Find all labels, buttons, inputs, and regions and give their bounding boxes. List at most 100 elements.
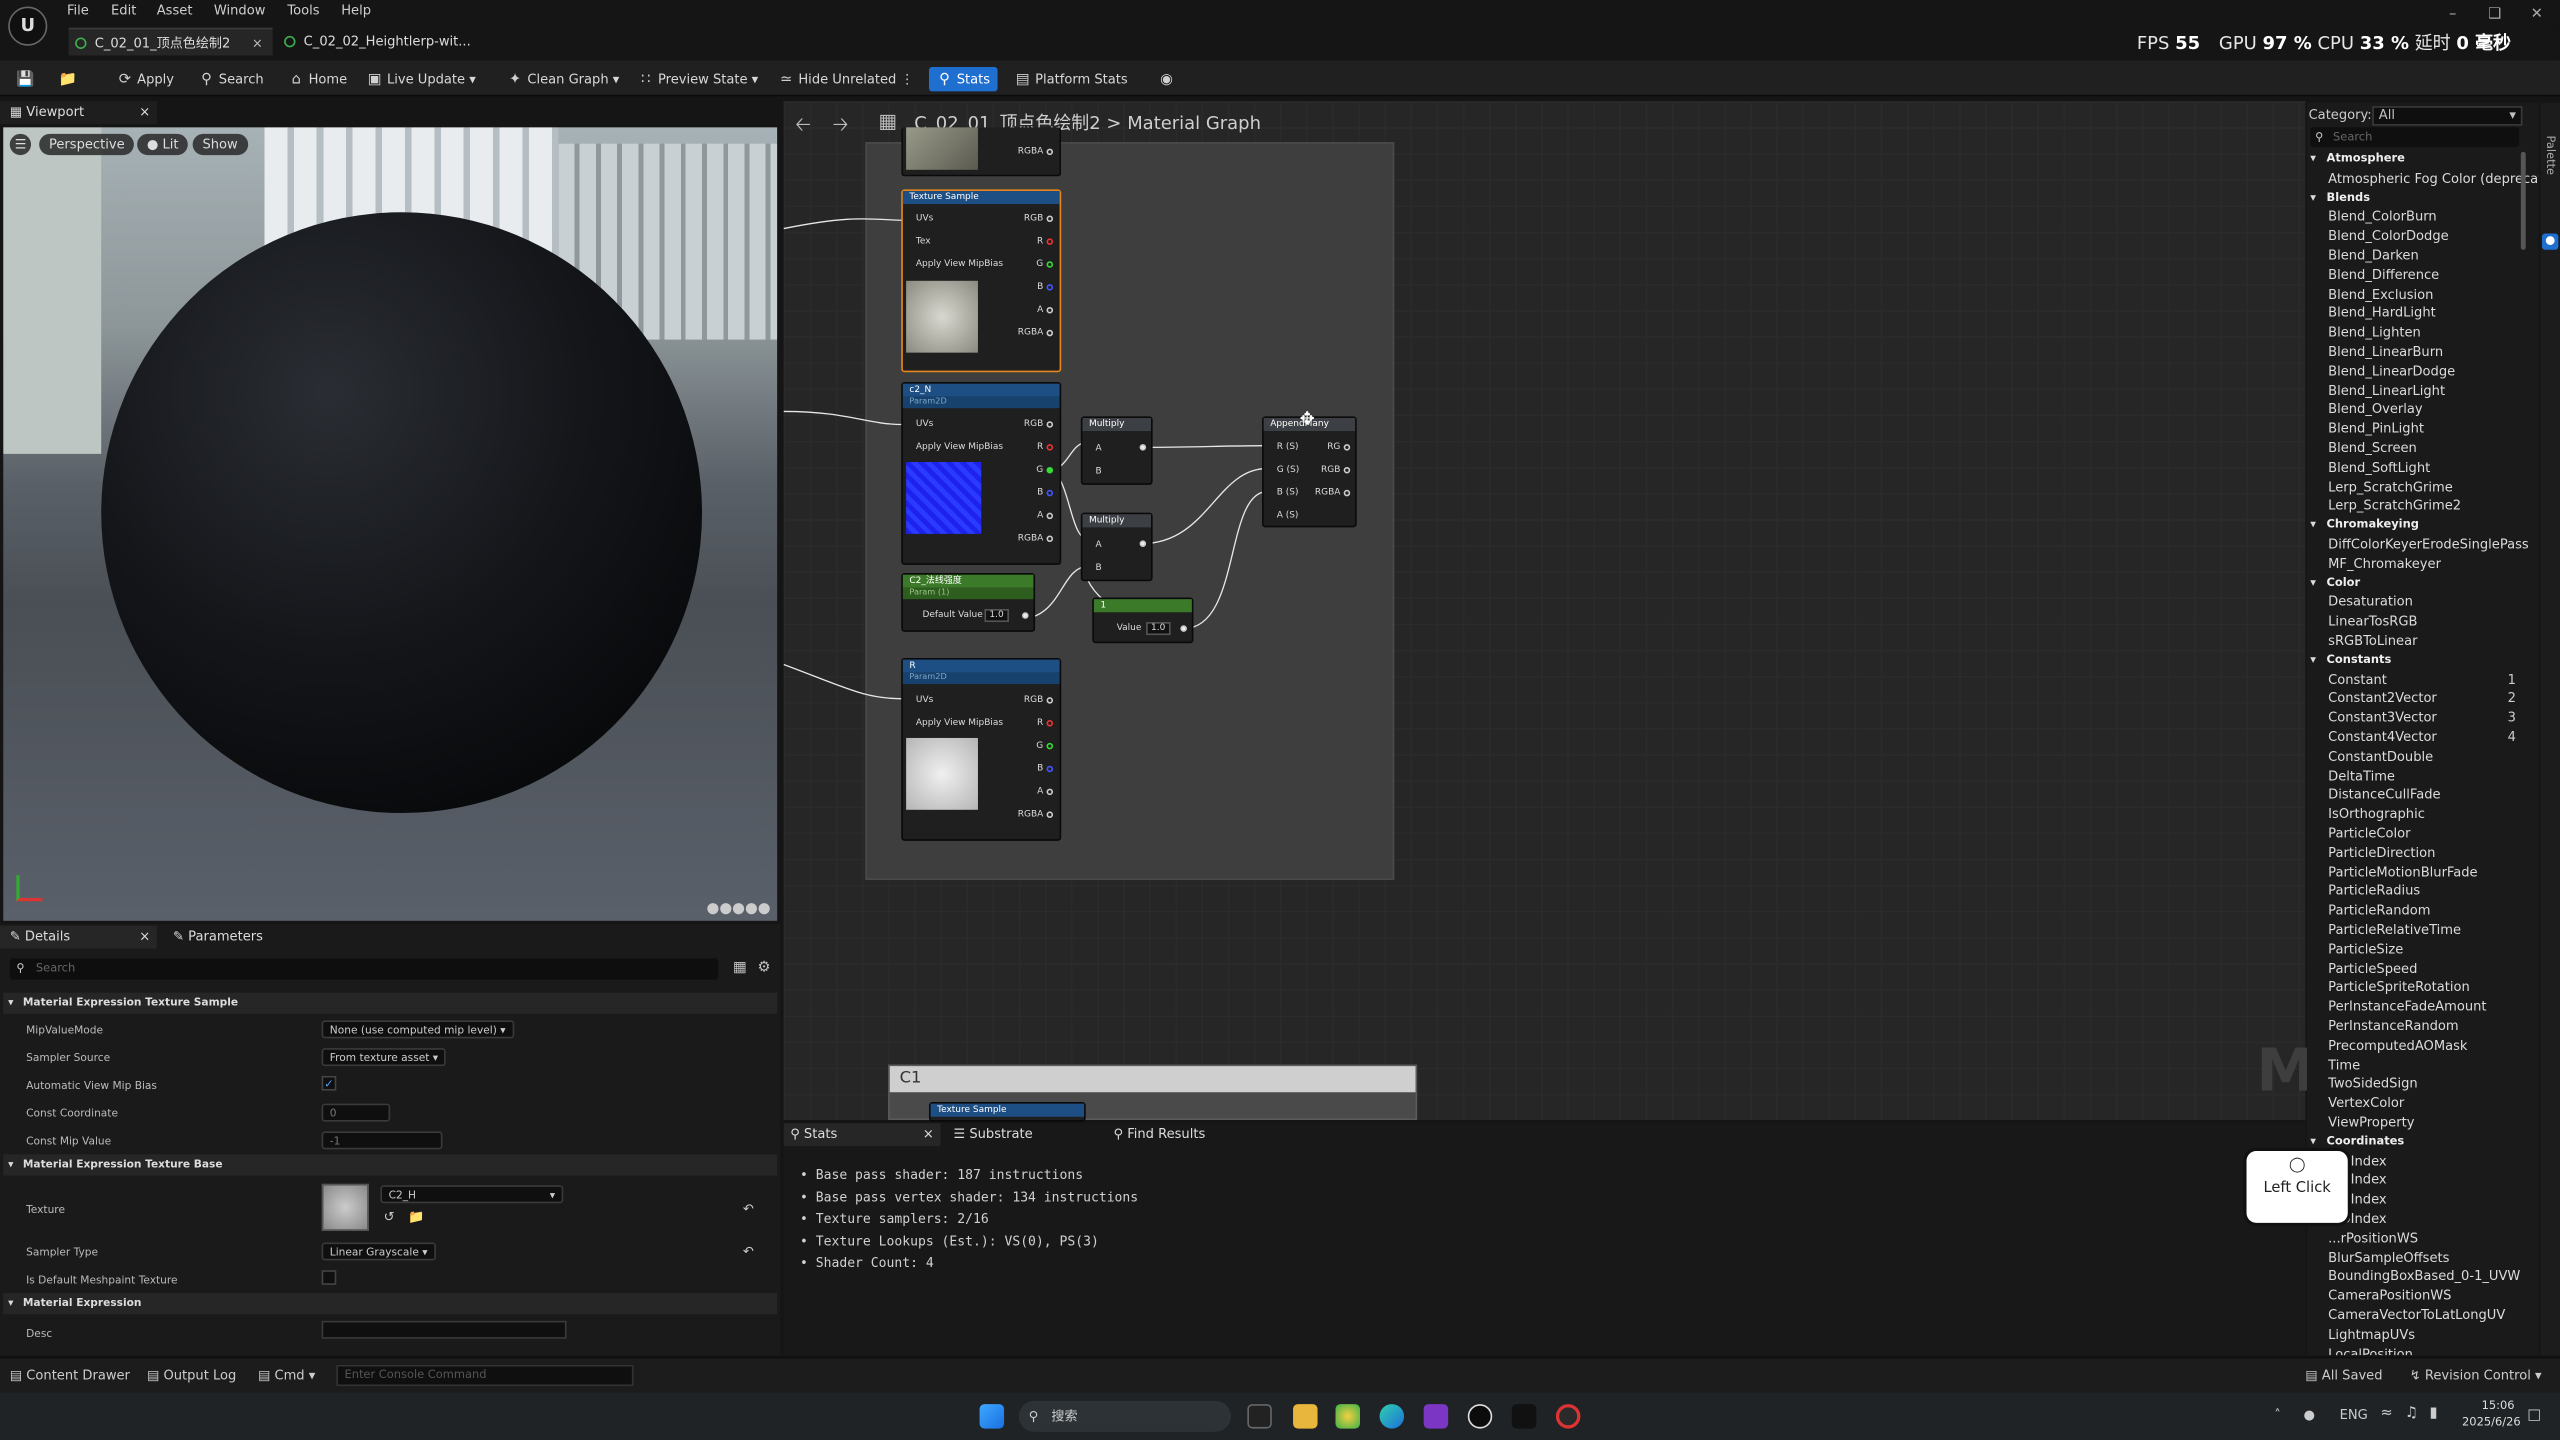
node-append-many[interactable]: AppendMany R (S) G (S) B (S) A (S) RG RG… [1262,416,1357,528]
viewport-tab[interactable]: ▦ Viewport × [0,101,157,125]
pin-r[interactable]: R [1037,237,1054,247]
close-stats-icon[interactable]: × [923,1123,934,1146]
details-search-input[interactable]: ⚲ Search [9,958,719,980]
node-param-scalar[interactable]: C2_法线强度 Param (1) Default Value 1.0 [901,573,1036,632]
palette-item[interactable]: ParticleRandom [2328,903,2430,918]
auto-mip-checkbox[interactable]: ✓ [321,1075,337,1091]
pin-g[interactable]: G [1036,741,1054,751]
palette-item[interactable]: Desaturation [2328,595,2413,610]
browse-asset-icon[interactable]: 📁 [408,1210,424,1225]
palette-item[interactable]: ParticleRadius [2328,884,2420,899]
onenote-icon[interactable] [1423,1404,1449,1429]
pin-a[interactable]: A [1037,305,1054,315]
category-dropdown[interactable]: All ▾ [2372,106,2523,126]
palette-item[interactable]: Blend_ColorDodge [2328,229,2449,244]
pin-mip-bias[interactable]: Apply View MipBias [916,442,1003,452]
pin-r[interactable]: R [1037,442,1054,452]
palette-item[interactable]: IsOrthographic [2328,807,2425,822]
palette-item[interactable]: ParticleSpeed [2328,961,2417,976]
pin-tex[interactable]: Tex [916,237,931,247]
menu-help[interactable]: Help [341,3,371,18]
content-drawer-button[interactable]: ▤ Content Drawer [10,1368,130,1383]
live-update-button[interactable]: ▣ Live Update ▾ [367,67,476,91]
close-window-icon[interactable]: ✕ [2531,7,2543,23]
task-view-icon[interactable] [1247,1404,1272,1429]
pin-b[interactable]: B [1037,764,1054,774]
node-param-r[interactable]: R Param2D UVs Apply View MipBias RGB R G… [901,657,1062,841]
reset-texture-icon[interactable]: ↶ [743,1202,754,1217]
palette-search-input[interactable]: ⚲ Search [2310,127,2520,147]
taskbar-search[interactable]: ⚲ 搜索 [1018,1400,1232,1432]
pin-a[interactable]: A [1096,444,1102,454]
tray-chevron-icon[interactable]: ˄ [2274,1407,2281,1422]
palette-item[interactable]: ParticleColor [2328,826,2410,841]
lit-button[interactable]: ● Lit [137,133,189,156]
substrate-tab[interactable]: ☰ Substrate [947,1123,1094,1146]
palette-item[interactable]: CameraVectorToLatLongUV [2328,1308,2505,1323]
palette-item[interactable]: Constant [2328,672,2387,687]
palette-item[interactable]: Blend_Exclusion [2328,287,2433,302]
pin-g[interactable]: G [1036,260,1054,269]
node-multiply-1[interactable]: Multiply A B [1080,416,1153,485]
pin-rgb[interactable]: RGB [1024,420,1054,429]
clock-time[interactable]: 15:06 [2482,1399,2515,1412]
parameters-tab[interactable]: ✎ Parameters [163,926,326,949]
palette-item[interactable]: Blend_Overlay [2328,402,2423,417]
palette-item[interactable]: VertexColor [2328,1096,2404,1111]
const-value-input[interactable]: 1.0 [1146,622,1171,636]
palette-item[interactable]: DeltaTime [2328,768,2395,783]
battery-icon[interactable]: ▮ [2429,1406,2437,1422]
palette-category[interactable]: Color [2327,576,2361,589]
node-texture-sample-c1[interactable]: Texture Sample [928,1102,1086,1122]
palette-item[interactable]: ParticleDirection [2328,845,2435,860]
palette-item[interactable]: Blend_Lighten [2328,325,2421,340]
pin-uvs[interactable]: UVs [916,420,933,430]
palette-item[interactable]: Lerp_ScratchGrime2 [2328,499,2461,514]
palette-item[interactable]: DiffColorKeyerErodeSinglePass [2328,537,2529,552]
notification-icon[interactable]: □ [2527,1407,2541,1423]
close-details-icon[interactable]: × [139,926,150,949]
volume-icon[interactable]: ♫ [2405,1406,2418,1422]
texture-asset-dropdown[interactable]: C2_H ▾ [380,1185,564,1204]
palette-item[interactable]: Blend_Difference [2328,267,2439,282]
clean-graph-button[interactable]: ✦ Clean Graph ▾ [508,67,619,91]
stats-tab[interactable]: ⚲ Stats × [783,1123,941,1147]
sampler-type-dropdown[interactable]: Linear Grayscale ▾ [321,1242,436,1261]
hide-unrelated-button[interactable]: ≃ Hide Unrelated ⋮ [779,67,914,91]
preview-state-button[interactable]: ∷ Preview State ▾ [638,67,758,91]
palette-item[interactable]: PerInstanceFadeAmount [2328,999,2486,1014]
palette-item[interactable]: Blend_LinearDodge [2328,364,2455,379]
all-saved-button[interactable]: ▤ All Saved [2305,1368,2382,1383]
palette-category[interactable]: Constants [2327,653,2392,666]
palette-item[interactable]: ViewProperty [2328,1115,2414,1130]
platform-stats-button[interactable]: ▤ Platform Stats [1016,67,1128,91]
pin-out[interactable] [1136,539,1147,549]
node-param-c2-n[interactable]: c2_N Param2D UVs Apply View MipBias RGB … [901,382,1062,565]
palette-item[interactable]: Constant3Vector [2328,711,2437,726]
section-texture-sample[interactable]: ▾ Material Expression Texture Sample [3,992,778,1014]
pin-a[interactable]: A [1037,511,1054,521]
wifi-icon[interactable]: ≈ [2380,1406,2392,1422]
palette-item[interactable]: DistanceCullFade [2328,788,2440,803]
pin-rgba[interactable]: RGBA [1018,810,1054,820]
show-button[interactable]: Show [192,133,248,156]
globe-icon[interactable]: ◉ [1159,67,1179,91]
palette-item[interactable]: Blend_Darken [2328,248,2419,263]
node-texture-sample-1[interactable]: Texture Sample UVs Tex Apply View MipBia… [901,189,1062,373]
pin-a[interactable]: A [1096,540,1102,550]
close-viewport-icon[interactable]: × [139,101,150,124]
grid-view-icon[interactable]: ▦ [733,960,747,976]
browser-chrome-icon[interactable] [1335,1404,1360,1429]
palette-item[interactable]: Blend_LinearBurn [2328,344,2443,359]
windows-start-icon[interactable] [979,1404,1005,1429]
palette-item[interactable]: ParticleSize [2328,942,2403,957]
settings-gear-icon[interactable]: ⚙ [758,960,771,976]
maximize-icon[interactable]: ❑ [2488,7,2501,23]
sampler-source-dropdown[interactable]: From texture asset ▾ [321,1048,447,1067]
apply-button[interactable]: ⟳ Apply [118,67,174,91]
details-tab[interactable]: ✎ Details × [0,925,157,949]
clock-date[interactable]: 2025/6/26 [2462,1416,2521,1429]
palette-item[interactable]: Blend_LinearLight [2328,383,2445,398]
preview-shape-icons[interactable]: ●●●●● [707,901,771,917]
unreal-engine-icon[interactable] [1467,1404,1493,1429]
